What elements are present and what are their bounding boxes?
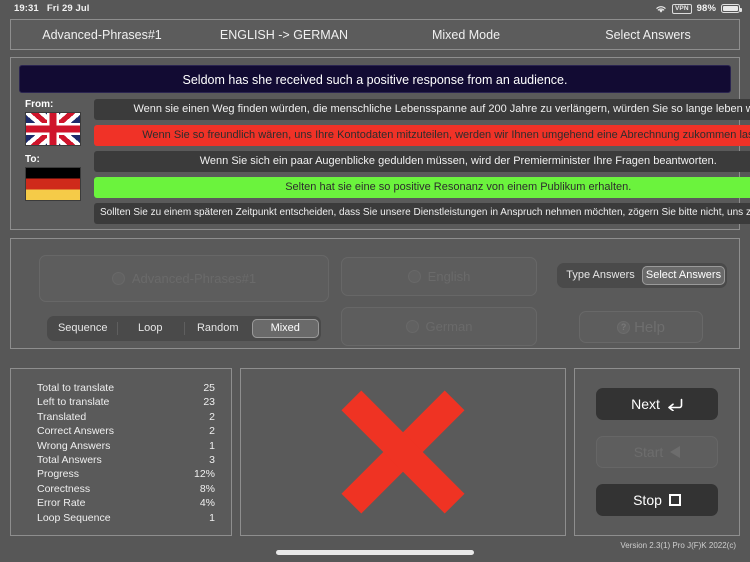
answer-option[interactable]: Wenn sie einen Weg finden würden, die me… [94, 99, 750, 120]
germany-flag-icon [25, 167, 81, 201]
stat-row: Wrong Answers 1 [37, 439, 215, 453]
app-screen: 19:31 Fri 29 Jul VPN 98% Advanced-Phrase… [0, 0, 750, 562]
from-language-select[interactable]: English [341, 257, 537, 296]
top-info-bar: Advanced-Phrases#1 ENGLISH -> GERMAN Mix… [10, 19, 740, 50]
answer-option[interactable]: Sollten Sie zu einem späteren Zeitpunkt … [94, 203, 750, 224]
help-label: Help [634, 318, 665, 336]
play-mode-segmented[interactable]: Sequence Loop Random Mixed [47, 316, 321, 341]
segment-sequence[interactable]: Sequence [49, 319, 117, 338]
phrase-body: From: To: Wenn sie einen Weg finden würd… [19, 99, 750, 224]
stop-square-icon [668, 494, 681, 506]
stat-value: 3 [209, 454, 215, 467]
radio-icon [405, 320, 419, 333]
ios-status-bar: 19:31 Fri 29 Jul VPN 98% [0, 0, 750, 17]
lesson-select-label: Advanced-Phrases#1 [131, 271, 257, 286]
stat-row: Error Rate 4% [37, 496, 215, 510]
vpn-badge: VPN [672, 3, 692, 14]
next-button[interactable]: Next [596, 388, 718, 420]
lesson-select[interactable]: Advanced-Phrases#1 [39, 255, 329, 302]
segment-select-answers[interactable]: Select Answers [642, 266, 725, 285]
answer-mode-segmented[interactable]: Type Answers Select Answers [557, 263, 727, 288]
stat-label: Progress [37, 468, 80, 481]
stat-label: Correct Answers [37, 425, 115, 438]
segment-random[interactable]: Random [184, 319, 252, 338]
next-label: Next [631, 396, 660, 412]
question-mark-icon: ? [617, 320, 631, 334]
play-triangle-icon [670, 446, 681, 458]
stat-value: 25 [203, 382, 215, 394]
status-time: 19:31 [14, 3, 39, 14]
radio-icon [407, 270, 421, 283]
tab-mode[interactable]: Mixed Mode [375, 28, 557, 42]
stop-label: Stop [633, 492, 662, 508]
stat-label: Loop Sequence [37, 511, 111, 524]
enter-arrow-icon [668, 398, 683, 411]
answer-option-correct[interactable]: Selten hat sie eine so positive Resonanz… [94, 177, 750, 198]
from-label: From: [25, 99, 54, 110]
help-button[interactable]: ? Help [579, 311, 703, 343]
stat-value: 1 [209, 439, 215, 452]
controls-panel: Advanced-Phrases#1 English German Type A… [10, 238, 740, 349]
start-button[interactable]: Start [596, 436, 718, 468]
wifi-icon [656, 5, 666, 13]
answer-option[interactable]: Wenn Sie sich ein paar Augenblicke gedul… [94, 151, 750, 172]
stat-row: Correct Answers 2 [37, 424, 215, 438]
radio-icon [111, 272, 125, 285]
source-phrase-banner: Seldom has she received such a positive … [19, 65, 731, 93]
stat-value: 23 [203, 396, 215, 409]
stat-label: Total to translate [37, 382, 115, 394]
segment-mixed[interactable]: Mixed [251, 319, 319, 338]
tab-answer-mode[interactable]: Select Answers [557, 28, 739, 42]
stat-value: 4% [199, 497, 215, 510]
actions-panel: Next Start Stop [574, 368, 740, 536]
stat-label: Left to translate [37, 396, 110, 409]
stat-row: Loop Sequence 1 [37, 511, 215, 525]
stat-label: Corectness [37, 482, 91, 495]
to-language-label: German [425, 319, 473, 334]
home-indicator[interactable] [276, 550, 474, 555]
stat-row: Total to translate 25 [37, 381, 215, 395]
stat-row: Progress 12% [37, 467, 215, 481]
stat-value: 1 [209, 511, 215, 524]
stat-label: Total Answers [37, 454, 102, 467]
stat-label: Wrong Answers [37, 439, 111, 452]
segment-type-answers[interactable]: Type Answers [559, 266, 642, 285]
tab-direction[interactable]: ENGLISH -> GERMAN [193, 28, 375, 42]
start-label: Start [633, 444, 664, 460]
to-language-select[interactable]: German [341, 307, 537, 346]
stat-row: Corectness 8% [37, 482, 215, 496]
segment-loop[interactable]: Loop [116, 319, 185, 338]
stat-value: 2 [209, 410, 215, 423]
to-label: To: [25, 154, 40, 165]
tab-lesson[interactable]: Advanced-Phrases#1 [11, 28, 193, 42]
language-flags: From: To: [19, 99, 87, 224]
stat-value: 8% [199, 482, 215, 495]
answer-option-wrong[interactable]: Wenn Sie so freundlich wären, uns Ihre K… [94, 125, 750, 146]
version-label: Version 2.3(1) Pro J(F)K 2022(c) [620, 541, 736, 550]
status-right-cluster: VPN 98% [655, 3, 742, 14]
battery-icon [721, 4, 742, 13]
stat-row: Left to translate 23 [37, 395, 215, 409]
stat-label: Error Rate [37, 497, 86, 510]
red-x-mark-icon [341, 390, 465, 514]
phrases-panel: Seldom has she received such a positive … [10, 57, 750, 230]
statistics-panel: Total to translate 25 Left to translate … [10, 368, 232, 536]
battery-percent: 98% [696, 3, 716, 14]
status-date: Fri 29 Jul [46, 3, 90, 14]
stat-label: Translated [37, 410, 87, 423]
united-kingdom-flag-icon [25, 112, 81, 146]
stat-value: 2 [209, 425, 215, 438]
stat-row: Translated 2 [37, 410, 215, 424]
answer-options-list: Wenn sie einen Weg finden würden, die me… [94, 99, 750, 224]
from-language-label: English [427, 269, 471, 284]
stat-value: 12% [193, 468, 215, 481]
bottom-row: Total to translate 25 Left to translate … [10, 368, 740, 536]
stat-row: Total Answers 3 [37, 453, 215, 467]
result-panel [240, 368, 566, 536]
stop-button[interactable]: Stop [596, 484, 718, 516]
